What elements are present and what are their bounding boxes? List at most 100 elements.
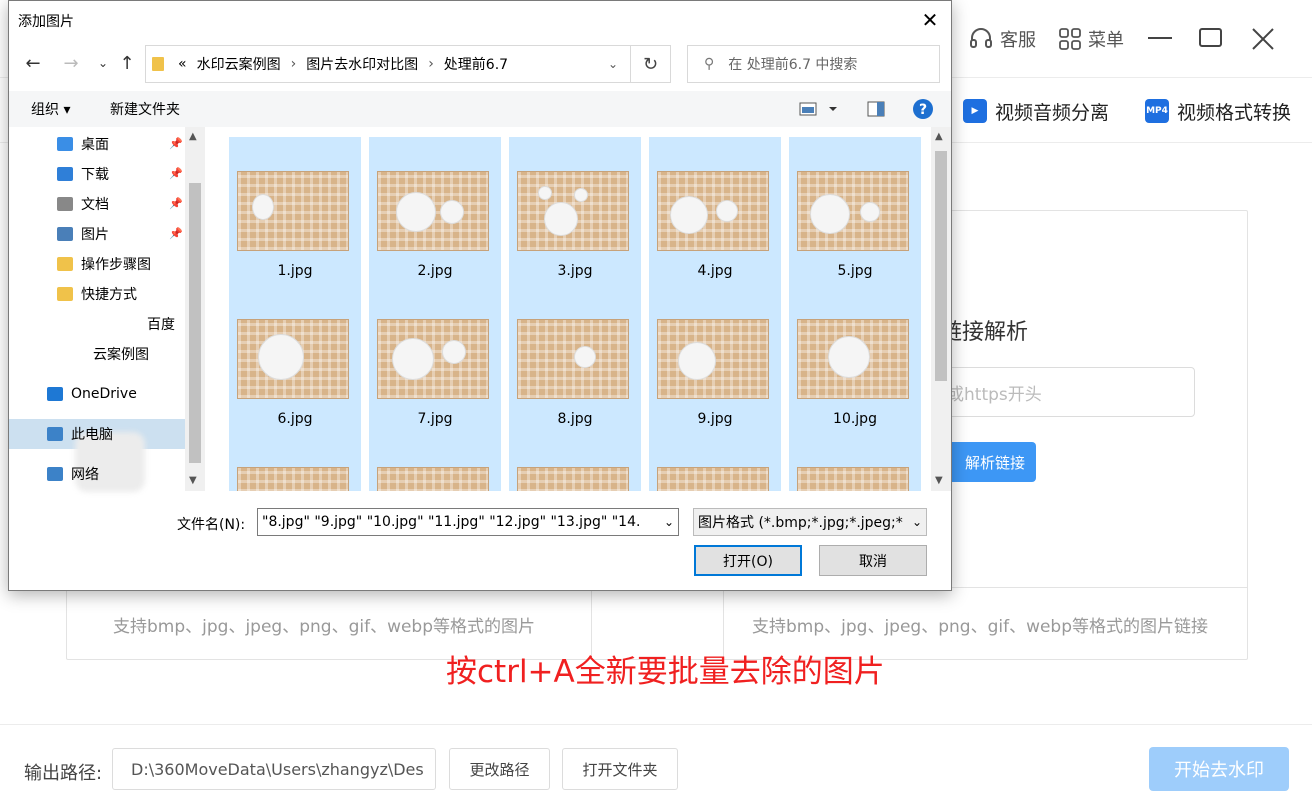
location-icon xyxy=(47,387,63,401)
nav-item[interactable]: 图片 xyxy=(57,221,109,247)
image-thumbnail xyxy=(517,171,629,251)
chevron-down-icon: ⌄ xyxy=(97,56,109,70)
filename-label: 文件名(N): xyxy=(177,517,246,533)
location-icon xyxy=(57,197,73,211)
close-app-button[interactable] xyxy=(1248,24,1278,54)
url-input[interactable]: 或https开头 xyxy=(930,367,1195,417)
back-button[interactable]: ← xyxy=(21,51,45,75)
image-thumbnail xyxy=(797,319,909,399)
arrow-left-icon: ← xyxy=(25,52,41,74)
breadcrumb-item[interactable]: 水印云案例图 xyxy=(197,54,281,74)
video-format-convert-label: 视频格式转换 xyxy=(1177,101,1292,124)
breadcrumb-item[interactable]: 图片去水印对比图 xyxy=(306,54,418,74)
minimize-button[interactable] xyxy=(1145,24,1175,54)
cancel-button[interactable]: 取消 xyxy=(819,545,927,576)
open-folder-button[interactable]: 打开文件夹 xyxy=(562,748,678,790)
grid-scrollbar-thumb[interactable] xyxy=(935,151,947,381)
plate-shape xyxy=(392,338,434,380)
nav-scrollbar-thumb[interactable] xyxy=(189,183,201,463)
help-icon: ? xyxy=(913,99,933,119)
recent-locations-button[interactable]: ⌄ xyxy=(91,51,115,75)
file-tile[interactable]: 9.jpg xyxy=(649,285,781,433)
breadcrumb-overflow[interactable]: « xyxy=(178,56,187,72)
file-tile[interactable] xyxy=(229,433,361,491)
folder-icon xyxy=(57,257,73,271)
nav-item[interactable]: 此电脑 xyxy=(47,421,113,447)
nav-item[interactable]: OneDrive xyxy=(47,381,137,407)
new-folder-button[interactable]: 新建文件夹 xyxy=(110,99,180,119)
plate-shape xyxy=(544,202,578,236)
dialog-close-button[interactable]: ✕ xyxy=(917,7,943,33)
command-bar: 组织 ▾ 新建文件夹 ? xyxy=(9,91,951,127)
add-image-dialog: 添加图片 ✕ ← → ⌄ ↑ « 水印云案例图 › 图片去水印对比图 › 处理前… xyxy=(8,0,952,591)
file-tile[interactable] xyxy=(369,433,501,491)
nav-item[interactable]: 百度 xyxy=(147,311,175,337)
file-tile[interactable]: 6.jpg xyxy=(229,285,361,433)
file-tile[interactable] xyxy=(509,433,641,491)
breadcrumb-item[interactable]: 处理前6.7 xyxy=(444,54,508,74)
file-tile[interactable]: 2.jpg xyxy=(369,137,501,285)
file-tile[interactable] xyxy=(649,433,781,491)
search-input[interactable]: ⚲ 在 处理前6.7 中搜索 xyxy=(687,45,940,83)
file-tile[interactable]: 5.jpg xyxy=(789,137,921,285)
plate-shape xyxy=(860,202,880,222)
address-bar[interactable]: « 水印云案例图 › 图片去水印对比图 › 处理前6.7 ⌄ xyxy=(145,45,631,83)
file-name: 2.jpg xyxy=(417,263,453,279)
file-tile[interactable] xyxy=(789,433,921,491)
image-thumbnail xyxy=(797,171,909,251)
preview-pane-button[interactable] xyxy=(867,101,885,121)
nav-item[interactable]: 网络 xyxy=(47,461,99,487)
nav-item[interactable]: 文档 xyxy=(57,191,109,217)
view-options-button[interactable] xyxy=(799,101,839,121)
change-path-button[interactable]: 更改路径 xyxy=(449,748,550,790)
file-tile[interactable]: 10.jpg xyxy=(789,285,921,433)
file-tile[interactable]: 8.jpg xyxy=(509,285,641,433)
nav-item[interactable]: 云案例图 xyxy=(69,341,149,367)
nav-item[interactable]: 快捷方式 xyxy=(57,281,137,307)
nav-item-label: 云案例图 xyxy=(93,347,149,363)
scroll-up-icon[interactable]: ▲ xyxy=(189,131,197,142)
organize-button[interactable]: 组织 ▾ xyxy=(31,99,70,119)
help-button[interactable]: ? xyxy=(912,98,934,124)
file-tile[interactable]: 1.jpg xyxy=(229,137,361,285)
image-thumbnail xyxy=(237,467,349,491)
open-button[interactable]: 打开(O) xyxy=(694,545,802,576)
nav-item-label: 网络 xyxy=(71,467,99,483)
file-tile[interactable]: 3.jpg xyxy=(509,137,641,285)
start-remove-watermark-button[interactable]: 开始去水印 xyxy=(1149,747,1289,791)
chevron-down-icon[interactable]: ⌄ xyxy=(608,57,618,71)
audio-video-split-tool[interactable]: ▶ 视频音频分离 xyxy=(963,96,1109,126)
nav-item[interactable]: 下载 xyxy=(57,161,109,187)
plate-shape xyxy=(678,342,716,380)
menu-label: 菜单 xyxy=(1088,30,1124,51)
pin-icon: 📌 xyxy=(169,197,183,210)
minimize-icon xyxy=(1148,37,1172,39)
chevron-down-icon[interactable]: ⌄ xyxy=(664,515,674,529)
refresh-button[interactable]: ↻ xyxy=(631,45,671,83)
forward-button[interactable]: → xyxy=(59,51,83,75)
link-parse-title: 链接解析 xyxy=(940,320,1029,345)
scroll-up-icon[interactable]: ▲ xyxy=(935,131,943,142)
scroll-down-icon[interactable]: ▼ xyxy=(189,475,197,486)
preview-pane-icon xyxy=(867,101,885,117)
scroll-down-icon[interactable]: ▼ xyxy=(935,475,943,486)
nav-item[interactable]: 操作步骤图 xyxy=(57,251,151,277)
plate-shape xyxy=(538,186,552,200)
up-button[interactable]: ↑ xyxy=(115,51,139,75)
output-path-field[interactable]: D:\360MoveData\Users\zhangyz\Des xyxy=(112,748,436,790)
customer-service-button[interactable]: 客服 xyxy=(968,24,1036,54)
menu-button[interactable]: 菜单 xyxy=(1058,24,1124,54)
file-tile[interactable]: 4.jpg xyxy=(649,137,781,285)
file-tile[interactable]: 7.jpg xyxy=(369,285,501,433)
maximize-button[interactable] xyxy=(1196,24,1226,54)
filetype-select[interactable]: 图片格式 (*.bmp;*.jpg;*.jpeg;* ⌄ xyxy=(693,508,927,536)
svg-text:?: ? xyxy=(919,102,927,118)
nav-item[interactable]: 桌面 xyxy=(57,131,109,157)
video-format-convert-tool[interactable]: MP4 视频格式转换 xyxy=(1145,96,1291,126)
grid-menu-icon xyxy=(1059,28,1081,50)
file-name: 4.jpg xyxy=(697,263,733,279)
plate-shape xyxy=(442,340,466,364)
search-placeholder: 在 处理前6.7 中搜索 xyxy=(728,57,858,73)
filename-input[interactable]: "8.jpg" "9.jpg" "10.jpg" "11.jpg" "12.jp… xyxy=(257,508,679,536)
filename-value: "8.jpg" "9.jpg" "10.jpg" "11.jpg" "12.jp… xyxy=(262,514,641,530)
